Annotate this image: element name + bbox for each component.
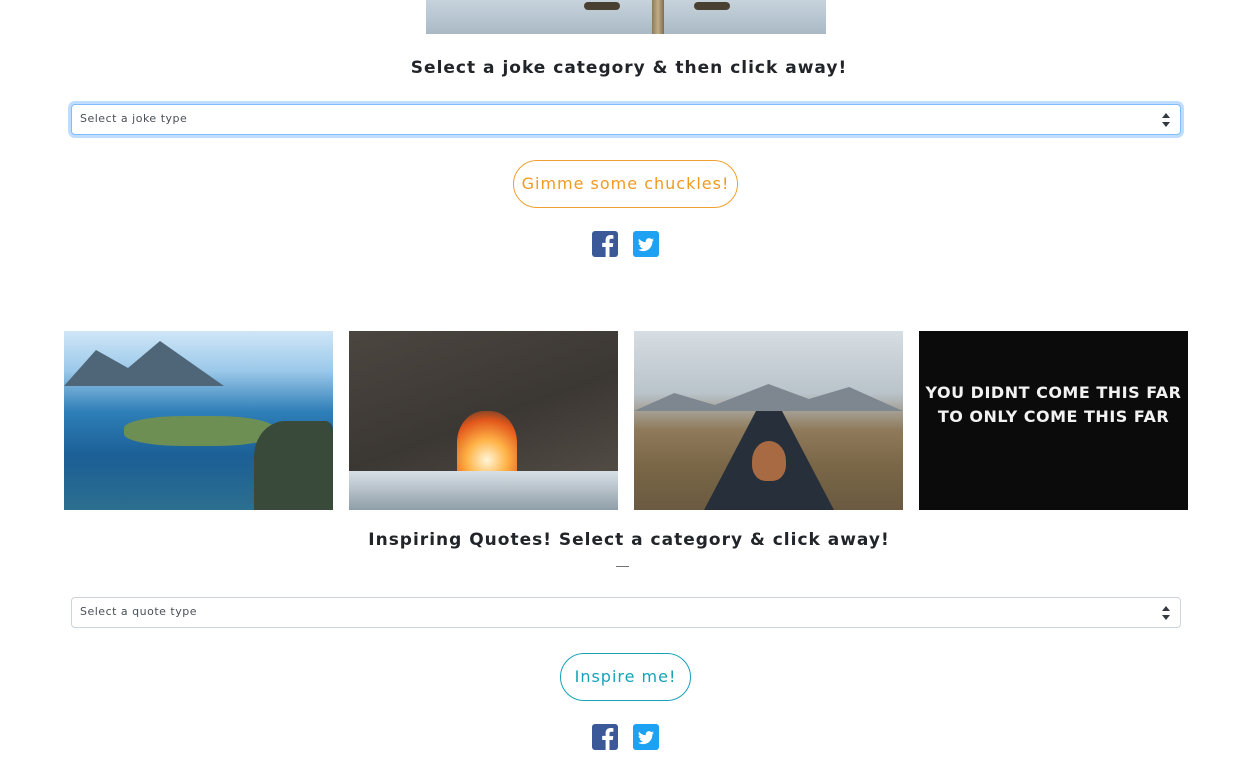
twitter-share-icon[interactable] — [633, 724, 659, 750]
facebook-share-icon[interactable] — [592, 231, 618, 257]
quote-heading: Inspiring Quotes! Select a category & cl… — [368, 530, 890, 550]
select-caret-icon — [1162, 606, 1170, 620]
motivational-sign-photo: YOU DIDNT COME THIS FAR TO ONLY COME THI… — [919, 331, 1188, 510]
select-caret-icon — [1162, 113, 1170, 127]
hero-image — [426, 0, 826, 34]
joke-heading: Select a joke category & then click away… — [410, 58, 848, 78]
twitter-share-icon[interactable] — [633, 231, 659, 257]
gimme-chuckles-button[interactable]: Gimme some chuckles! — [513, 160, 738, 208]
motivational-sign-text: YOU DIDNT COME THIS FAR TO ONLY COME THI… — [925, 383, 1182, 426]
facebook-share-icon[interactable] — [592, 724, 618, 750]
sea-arch-sunset-photo — [349, 331, 618, 510]
hot-spring-bather-photo — [634, 331, 903, 510]
joke-type-select-value: Select a joke type — [80, 112, 188, 125]
inspire-me-button[interactable]: Inspire me! — [560, 653, 691, 701]
quote-type-select[interactable]: Select a quote type — [71, 597, 1181, 628]
quote-type-select-value: Select a quote type — [80, 605, 198, 618]
joke-type-select[interactable]: Select a joke type — [71, 104, 1181, 135]
lofoten-hikers-photo — [64, 331, 333, 510]
heading-divider — [616, 566, 629, 567]
